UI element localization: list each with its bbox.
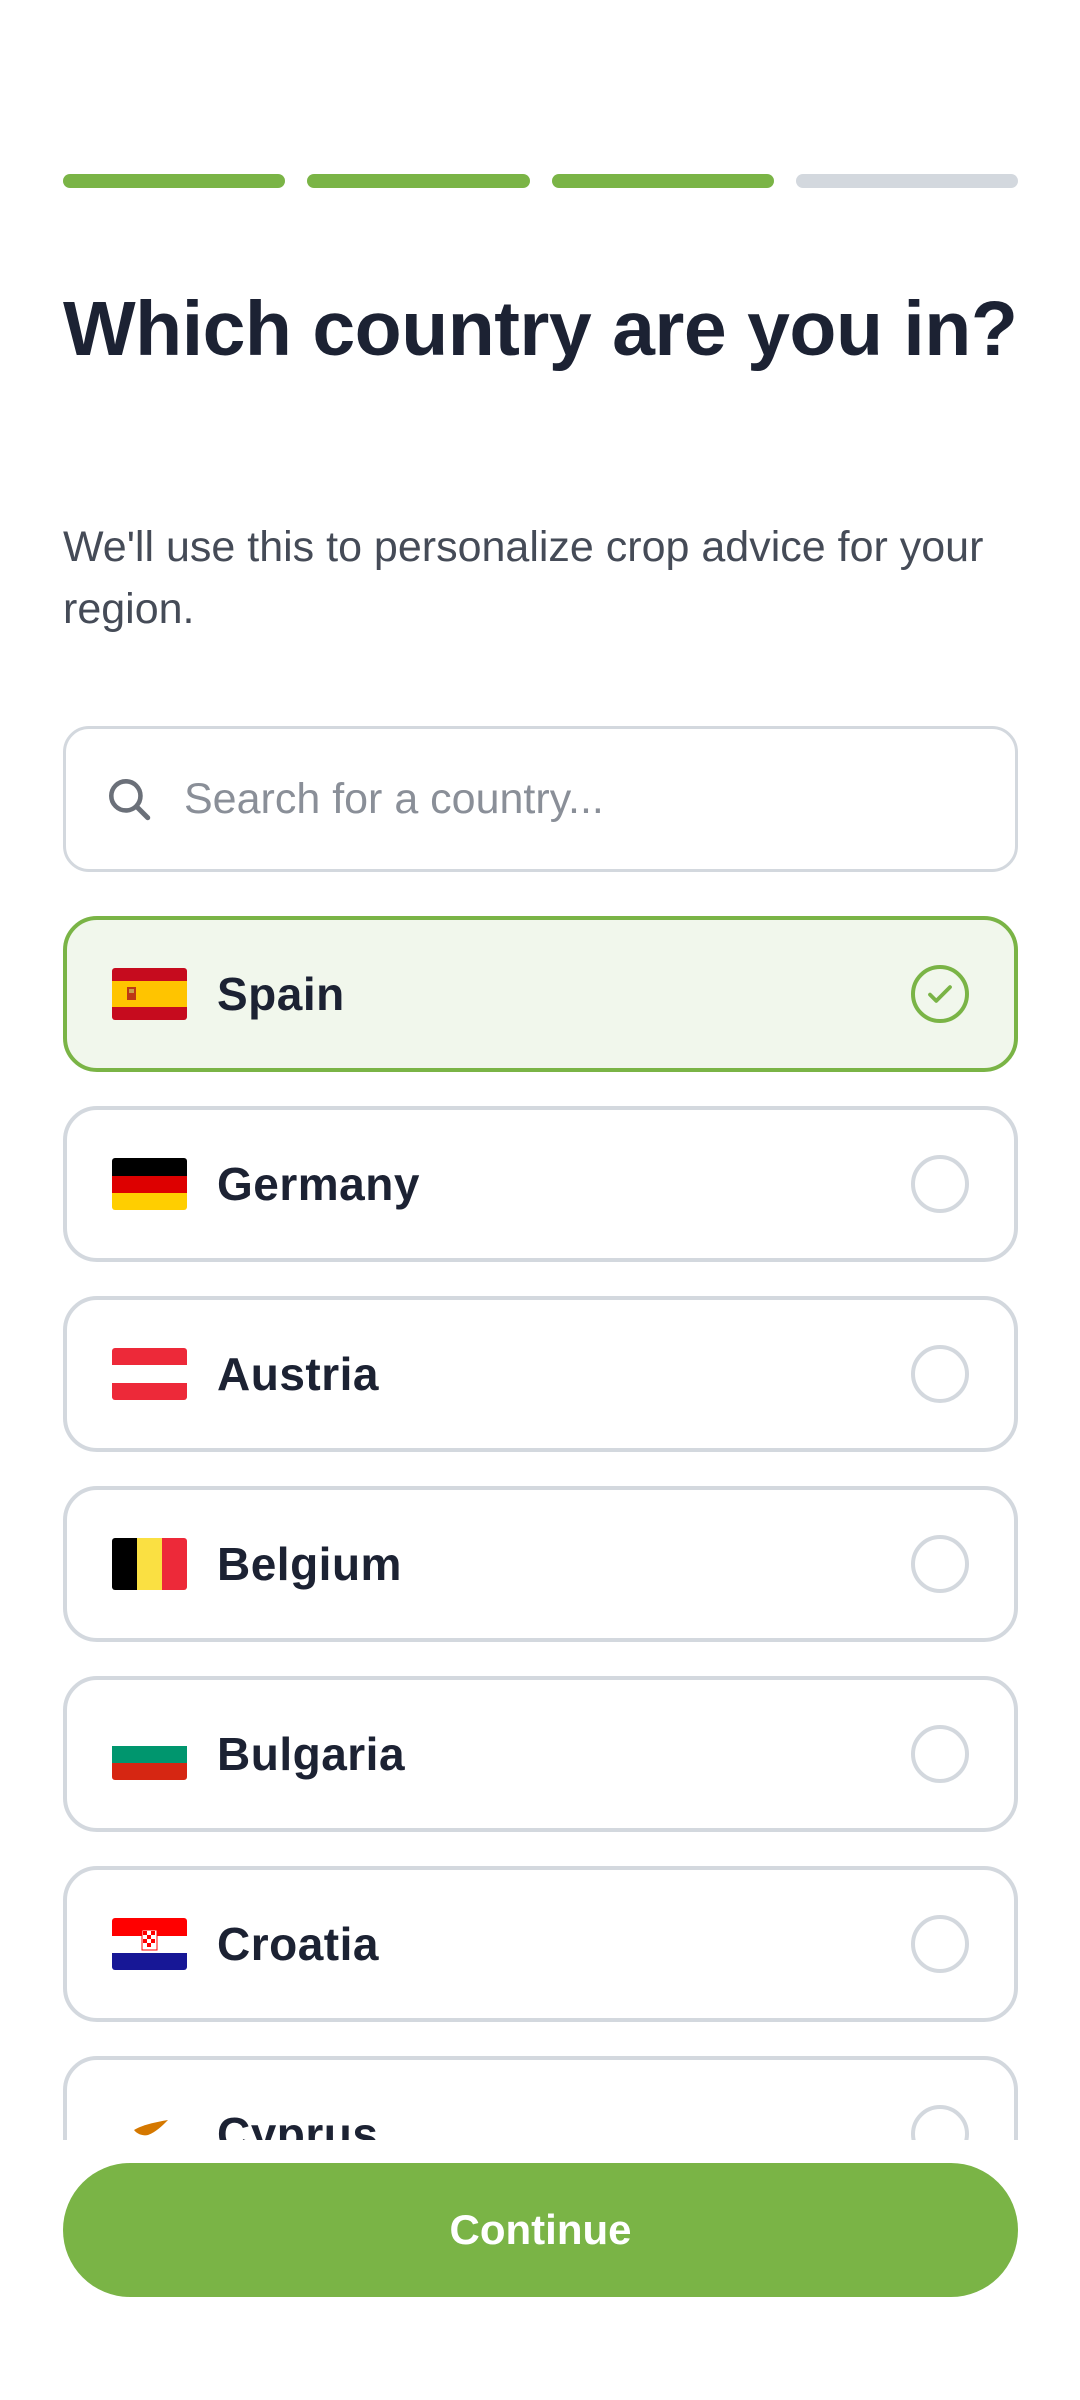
- progress-step-4: [795, 174, 1018, 188]
- flag-spain-icon: [112, 968, 187, 1020]
- flag-cyprus-icon: [112, 2108, 187, 2140]
- progress-step-3: [551, 174, 774, 188]
- country-name: Croatia: [217, 1918, 379, 1970]
- country-name: Spain: [217, 968, 345, 1020]
- country-option-austria[interactable]: Austria: [63, 1296, 1018, 1452]
- country-name: Cyprus: [217, 2108, 379, 2140]
- selected-check-icon: [911, 965, 969, 1023]
- progress-step-2: [307, 174, 530, 188]
- flag-bulgaria-icon: [112, 1728, 187, 1780]
- radio-button[interactable]: [911, 1915, 969, 1973]
- flag-belgium-icon: [112, 1538, 187, 1590]
- country-option-croatia[interactable]: Croatia: [63, 1866, 1018, 2022]
- flag-germany-icon: [112, 1158, 187, 1210]
- page-subtitle: We'll use this to personalize crop advic…: [63, 523, 984, 633]
- country-name: Austria: [217, 1348, 379, 1400]
- country-option-spain[interactable]: Spain: [63, 916, 1018, 1072]
- flag-austria-icon: [112, 1348, 187, 1400]
- country-option-bulgaria[interactable]: Bulgaria: [63, 1676, 1018, 1832]
- page-title: Which country are you in?: [63, 286, 1018, 372]
- radio-button[interactable]: [911, 1345, 969, 1403]
- country-option-cyprus[interactable]: Cyprus: [63, 2056, 1018, 2140]
- radio-button[interactable]: [911, 1535, 969, 1593]
- continue-button[interactable]: Continue: [63, 2163, 1018, 2297]
- progress-bar: [63, 174, 1018, 188]
- search-field[interactable]: [63, 726, 1018, 872]
- country-name: Bulgaria: [217, 1728, 406, 1780]
- country-option-germany[interactable]: Germany: [63, 1106, 1018, 1262]
- flag-croatia-icon: [112, 1918, 187, 1970]
- radio-button[interactable]: [911, 1155, 969, 1213]
- progress-step-1: [63, 174, 286, 188]
- search-icon: [109, 779, 151, 821]
- country-list[interactable]: Spain Germany Austria Belgium Bulgaria C…: [0, 916, 1080, 2140]
- radio-button[interactable]: [911, 1725, 969, 1783]
- country-name: Belgium: [217, 1538, 402, 1590]
- country-name: Germany: [217, 1158, 420, 1210]
- radio-button[interactable]: [911, 2105, 969, 2140]
- search-input[interactable]: [184, 774, 964, 824]
- country-option-belgium[interactable]: Belgium: [63, 1486, 1018, 1642]
